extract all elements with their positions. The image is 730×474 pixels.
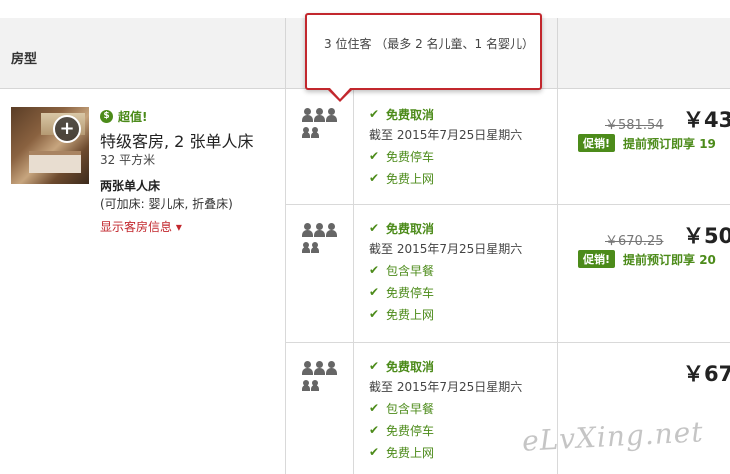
occupancy-tooltip: 3 位住客 （最多 2 名儿童、1 名婴儿） <box>305 13 542 90</box>
feature-item: ✔ 免费上网 <box>369 445 435 460</box>
promo-badge: 促销! 提前预订即享 19 <box>578 134 716 152</box>
child-icon <box>302 380 310 391</box>
adult-icon <box>302 223 313 237</box>
check-icon: ✔ <box>369 263 380 277</box>
check-icon: ✔ <box>369 307 380 321</box>
check-icon: ✔ <box>369 445 380 459</box>
watermark: eLvXing.net <box>521 415 705 458</box>
child-icon <box>302 242 310 253</box>
check-icon: ✔ <box>369 149 380 163</box>
check-icon: ✔ <box>369 401 380 415</box>
promo-text: 提前预订即享 20 <box>623 252 716 267</box>
deal-label: 超值! <box>118 110 148 124</box>
original-price: ￥670.25 <box>605 234 664 249</box>
adult-icon <box>314 223 325 237</box>
header-divider <box>557 18 558 89</box>
adult-icon <box>326 223 337 237</box>
zoom-in-icon[interactable]: + <box>53 115 81 143</box>
room-name: 特级客房, 2 张单人床 <box>100 132 254 151</box>
adult-icon <box>302 108 313 122</box>
feature-item: ✔ 免费停车 <box>369 423 435 438</box>
offer-features: ✔ 免费取消 截至 2015年7月25日星期六 ✔ 包含早餐 ✔ 免费停车 ✔ 免费上网 <box>369 217 522 325</box>
show-room-info-link[interactable]: 显示客房信息 ▾ <box>100 218 182 235</box>
column-divider <box>557 89 558 474</box>
occupancy-icons <box>302 108 337 138</box>
adult-icon <box>314 361 325 375</box>
child-icon <box>302 127 310 138</box>
child-icon <box>311 242 319 253</box>
column-divider <box>353 89 354 474</box>
cancel-deadline: 截至 2015年7月25日星期六 <box>369 242 523 256</box>
feature-item: ✔ 免费取消 <box>369 107 435 122</box>
room-size: 32 平方米 <box>100 153 156 167</box>
check-icon: ✔ <box>369 107 380 121</box>
feature-item: ✔ 免费上网 <box>369 307 435 322</box>
promo-text: 提前预订即享 19 <box>623 136 716 151</box>
extra-bed-info: (可加床: 婴儿床, 折叠床) <box>100 197 233 211</box>
feature-item: ✔ 包含早餐 <box>369 263 435 278</box>
feature-item: ✔ 免费停车 <box>369 149 435 164</box>
child-icon <box>311 380 319 391</box>
room-type-header: 房型 <box>11 52 38 67</box>
adult-icon <box>302 361 313 375</box>
current-price: ￥43 <box>683 108 730 132</box>
feature-item: ✔ 免费取消 <box>369 359 435 374</box>
row-divider <box>286 204 730 205</box>
child-icon <box>311 127 319 138</box>
dollar-coin-icon: $ <box>100 110 113 123</box>
occupancy-icons <box>302 361 337 391</box>
adult-icon <box>326 108 337 122</box>
promo-tag: 促销! <box>578 250 616 268</box>
adult-icon <box>314 108 325 122</box>
original-price: ￥581.54 <box>605 118 664 133</box>
check-icon: ✔ <box>369 423 380 437</box>
bed-type: 两张单人床 <box>100 179 161 193</box>
promo-badge: 促销! 提前预订即享 20 <box>578 250 716 268</box>
row-divider <box>286 342 730 343</box>
tooltip-text: 3 位住客 （最多 2 名儿童、1 名婴儿） <box>324 37 534 51</box>
tooltip-arrow-fill <box>329 87 351 99</box>
check-icon: ✔ <box>369 359 380 373</box>
feature-item: ✔ 免费上网 <box>369 171 435 186</box>
header-divider <box>285 18 286 89</box>
offer-features: ✔ 免费取消 截至 2015年7月25日星期六 ✔ 包含早餐 ✔ 免费停车 ✔ 免费上网 <box>369 355 522 463</box>
cancel-deadline: 截至 2015年7月25日星期六 <box>369 380 523 394</box>
promo-tag: 促销! <box>578 134 616 152</box>
feature-item: ✔ 免费停车 <box>369 285 435 300</box>
room-photo[interactable]: + <box>11 107 89 184</box>
deal-badge: $ 超值! <box>100 108 147 125</box>
photo-bed <box>29 151 81 173</box>
check-icon: ✔ <box>369 171 380 185</box>
feature-item: ✔ 免费取消 <box>369 221 435 236</box>
offer-features: ✔ 免费取消 截至 2015年7月25日星期六 ✔ 免费停车 ✔ 免费上网 <box>369 103 522 189</box>
cancel-deadline: 截至 2015年7月25日星期六 <box>369 128 523 142</box>
adult-icon <box>326 361 337 375</box>
check-icon: ✔ <box>369 221 380 235</box>
current-price: ￥67 <box>683 362 730 386</box>
current-price: ￥50 <box>683 224 730 248</box>
occupancy-icons <box>302 223 337 253</box>
feature-item: ✔ 包含早餐 <box>369 401 435 416</box>
check-icon: ✔ <box>369 285 380 299</box>
column-divider <box>285 89 286 474</box>
